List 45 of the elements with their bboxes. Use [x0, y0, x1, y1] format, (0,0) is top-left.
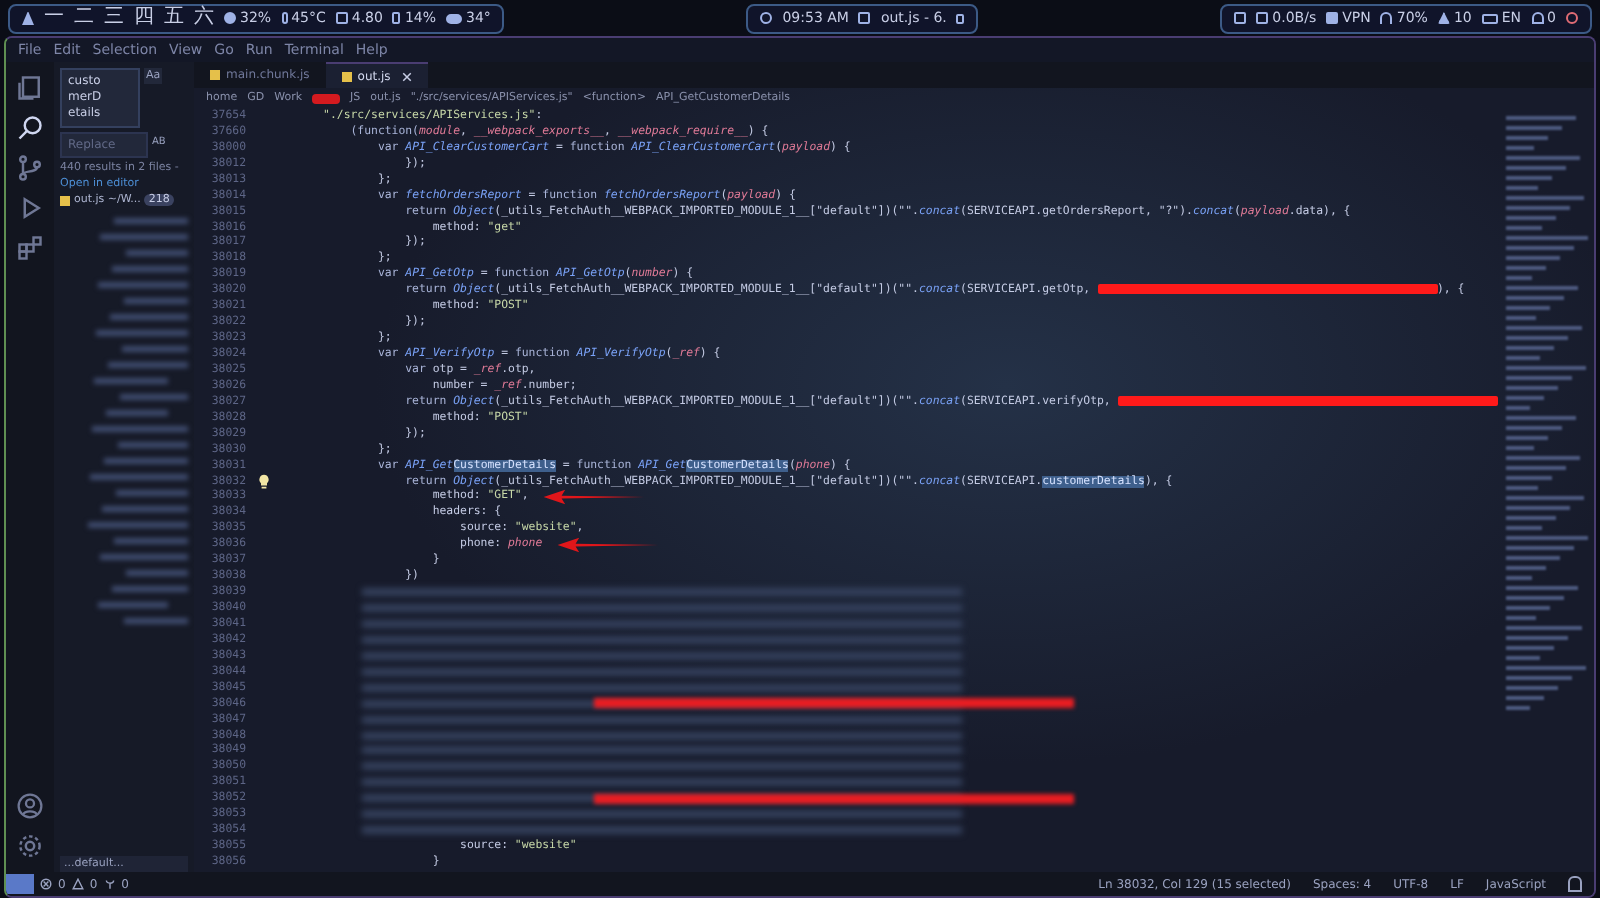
blurred-result[interactable] — [110, 314, 188, 320]
workspace-button[interactable]: 六 — [194, 6, 214, 30]
close-icon[interactable] — [402, 71, 413, 81]
blurred-result[interactable] — [106, 410, 168, 416]
clock-icon — [760, 12, 773, 24]
thermometer-icon — [281, 12, 288, 24]
lightbulb-icon[interactable] — [258, 473, 270, 490]
bell-icon[interactable] — [1531, 12, 1544, 24]
redaction-mark — [312, 93, 341, 103]
blurred-result[interactable] — [114, 538, 188, 544]
js-file-icon — [60, 195, 70, 205]
workspace-button[interactable]: 四 — [134, 6, 154, 30]
account-icon[interactable] — [16, 792, 44, 820]
workspace-button[interactable]: 二 — [74, 6, 94, 30]
files-icon[interactable] — [16, 74, 44, 102]
extensions-icon[interactable] — [16, 234, 44, 262]
workspace-button[interactable]: 五 — [164, 6, 184, 30]
bell-icon[interactable] — [1568, 876, 1582, 892]
workspace-button[interactable]: 三 — [104, 6, 124, 30]
blurred-result[interactable] — [92, 426, 188, 432]
warning-icon — [71, 878, 84, 890]
workspace-button[interactable]: 一 — [44, 6, 64, 30]
settings-icon[interactable] — [16, 832, 44, 860]
blurred-result[interactable] — [126, 570, 188, 576]
launcher-icon[interactable] — [22, 11, 34, 25]
blurred-result[interactable] — [96, 330, 188, 336]
headphones-icon[interactable] — [1380, 12, 1393, 24]
blurred-result[interactable] — [98, 282, 188, 288]
blurred-result[interactable] — [120, 394, 188, 400]
blurred-result[interactable] — [98, 602, 168, 608]
blurred-result[interactable] — [108, 362, 188, 368]
blurred-result[interactable] — [100, 554, 188, 560]
search-icon[interactable] — [16, 114, 44, 142]
blurred-result[interactable] — [124, 618, 188, 624]
blurred-result[interactable] — [122, 346, 188, 352]
error-icon — [40, 878, 52, 890]
battery-icon — [392, 12, 401, 24]
blurred-result[interactable] — [94, 378, 168, 384]
blurred-result[interactable] — [102, 506, 188, 512]
blurred-result[interactable] — [88, 522, 188, 528]
antenna-icon — [103, 878, 116, 890]
blurred-result[interactable] — [90, 474, 188, 480]
blurred-result[interactable] — [112, 586, 188, 592]
branch-icon[interactable] — [16, 154, 44, 182]
cloud-icon — [446, 13, 463, 23]
